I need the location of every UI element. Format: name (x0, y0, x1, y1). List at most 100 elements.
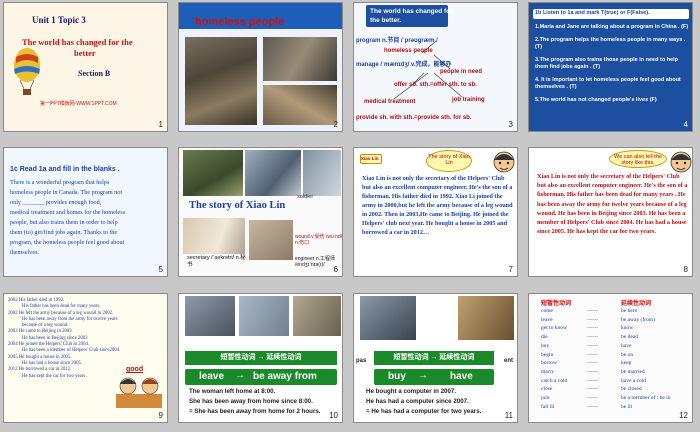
soldier-label: soldier (297, 194, 314, 200)
example-sentence: He has had a computer since 2007. (366, 398, 469, 405)
slide-thumbnail-4[interactable]: 1b Listen to 1a and mark T(true) or F(Fa… (528, 2, 693, 132)
good-label: good (126, 366, 144, 373)
slide-thumbnail-7[interactable]: Xiao Lin The story of Xiao Lin Xiao Lin … (353, 147, 518, 277)
short-verb-cell: die (541, 334, 548, 341)
verb-pairs-table: come ------ be here leave ------ be away (fr… (541, 307, 691, 411)
example-sentence: = She has been away from home for 2 hour… (189, 408, 321, 415)
dots: ------ (587, 325, 598, 332)
section-label: Section B (78, 69, 111, 78)
slide-thumbnail-grid: Unit 1 Topic 3 The world has changed for… (0, 0, 700, 432)
long-verb-cell: be away (from) (621, 316, 655, 323)
slide-number: 6 (333, 265, 338, 274)
dots: ------ (587, 308, 598, 314)
table-row: come ------ be here (541, 307, 691, 316)
long-verb-cell: keep (621, 360, 632, 367)
slide-thumbnail-6[interactable]: The story of Xiao Lin soldier secretary … (178, 147, 343, 277)
long-verb-cell: know (621, 325, 634, 332)
site-watermark: 第一PPT模板网-WWW.1PPT.COM (40, 101, 117, 107)
long-verb-cell: be on (621, 351, 634, 358)
cartoon-boy-icon (493, 151, 515, 173)
short-verb-cell: get to know (541, 325, 567, 332)
short-verb-cell: catch a cold (541, 377, 568, 384)
secretary-photo (183, 218, 245, 254)
short-verb-cell: join (541, 395, 550, 402)
arrow-icon: → (418, 370, 428, 381)
short-verb-cell: marry (541, 368, 555, 375)
slide-thumbnail-3[interactable]: The world has changed for the better. pr… (353, 2, 518, 132)
dots: ------ (587, 316, 598, 323)
short-verb: leave (199, 371, 225, 382)
verb-type-banner: 短暂性动词 → 延续性动词 (185, 351, 337, 365)
long-verb: be away from (253, 371, 317, 382)
slide-number: 9 (158, 411, 163, 420)
slide-title-line2: better (74, 48, 96, 58)
slide-number: 5 (158, 265, 163, 274)
homeless-photo-right-top (263, 37, 337, 81)
soldiers-photo (183, 150, 243, 196)
long-verb-cell: be closed (621, 386, 642, 393)
bubble-text: The story of Xiao Lin (428, 154, 470, 166)
slide-number: 2 (333, 120, 338, 129)
column-header-long: 延续性动词 (621, 301, 652, 307)
slide-thumbnail-8[interactable]: We can also tell the story like this. Xi… (528, 147, 693, 277)
slide-thumbnail-1[interactable]: Unit 1 Topic 3 The world has changed for… (3, 2, 168, 132)
example-sentence: He bought a computer in 2007. (366, 388, 457, 395)
story-paragraph: Xiao Lin is not only the secretary of th… (537, 173, 688, 236)
short-verb-cell: borrow (541, 360, 557, 367)
exercise-header: 1b Listen to 1a and mark T(true) or F(Fa… (535, 10, 650, 16)
engineer-photo-top (245, 150, 301, 196)
slide-thumbnail-2[interactable]: homeless people 2 (178, 2, 343, 132)
long-verb-cell: be dead (621, 334, 638, 341)
table-row: begin ------ be on (541, 351, 691, 360)
slide-number: 1 (158, 120, 163, 129)
slide-title-line1: The world has changed for the (22, 37, 133, 47)
slide-number: 10 (329, 411, 338, 420)
speech-bubble: The story of Xiao Lin (426, 150, 472, 172)
dots: ------ (587, 342, 598, 349)
partial-word: ent (504, 358, 513, 364)
banner-text: 短暂性动词 → 延续性动词 (393, 354, 475, 361)
paragraph-line: them (to) get/find jobs again. Thanks to… (10, 229, 118, 236)
table-row: leave ------ be away (from) (541, 316, 691, 325)
slide-thumbnail-5[interactable]: 1c Read 1a and fill in the blanks . Ther… (3, 147, 168, 277)
street-photo (293, 296, 341, 336)
dots: ------ (587, 368, 598, 375)
list-item: 4. It is important to let homeless peopl… (535, 76, 681, 91)
slide-number: 3 (508, 120, 513, 129)
secretary-label: secretary /ˈsekrətri/ n.秘书 (187, 255, 246, 268)
example-sentence: She has been away from home since 8:00. (189, 398, 313, 405)
tag-badge-label: Xiao Lin (361, 156, 379, 161)
dots: ------ (587, 395, 598, 402)
slide-thumbnail-10[interactable]: 短暂性动词 → 延续性动词 leave → be away from The w… (178, 293, 343, 423)
partial-word: pas (356, 358, 367, 364)
dots: ------ (587, 360, 598, 367)
cartoon-kids-icon (116, 377, 162, 408)
dots: ------ (587, 403, 598, 410)
dots: ------ (587, 351, 598, 358)
slide-thumbnail-12[interactable]: 短暂性动词 延续性动词 come ------ be here leave -----… (528, 293, 693, 423)
dots: ------ (587, 334, 598, 341)
vocab-arrows-diagram (393, 40, 463, 100)
slide-number: 4 (683, 120, 688, 129)
example-sentence: The woman left home at 8:00. (189, 388, 276, 395)
long-verb-cell: be married (621, 368, 645, 375)
computer-photo-left (360, 296, 416, 340)
slide-number: 8 (683, 265, 688, 274)
short-verb-cell: come (541, 308, 553, 314)
exercise-header: 1c Read 1a and fill in the blanks . (10, 166, 120, 173)
woman-photo (185, 296, 235, 336)
table-row: join ------ be a member of / be in (541, 394, 691, 403)
paragraph-line: themselves. (10, 249, 40, 256)
column-header-short: 短暂性动词 (541, 301, 572, 307)
table-row: get to know ------ know (541, 324, 691, 333)
long-verb-cell: be ill (621, 403, 633, 410)
slide-number: 7 (508, 265, 513, 274)
slide-thumbnail-9[interactable]: 2002 His father died in 1992. His father… (3, 293, 168, 423)
list-item: 2.The program helps the homeless people … (535, 36, 686, 51)
table-row: fall ill ------ be ill (541, 403, 691, 412)
slide-thumbnail-11[interactable]: 短暂性动词 → 延续性动词 pas ent buy → have He boug… (353, 293, 518, 423)
long-verb-cell: have a cold (621, 377, 647, 384)
paragraph-line: homeless people in Canada. The program n… (10, 189, 123, 196)
arrow-icon: → (235, 370, 245, 381)
slide-number: 12 (679, 411, 688, 420)
